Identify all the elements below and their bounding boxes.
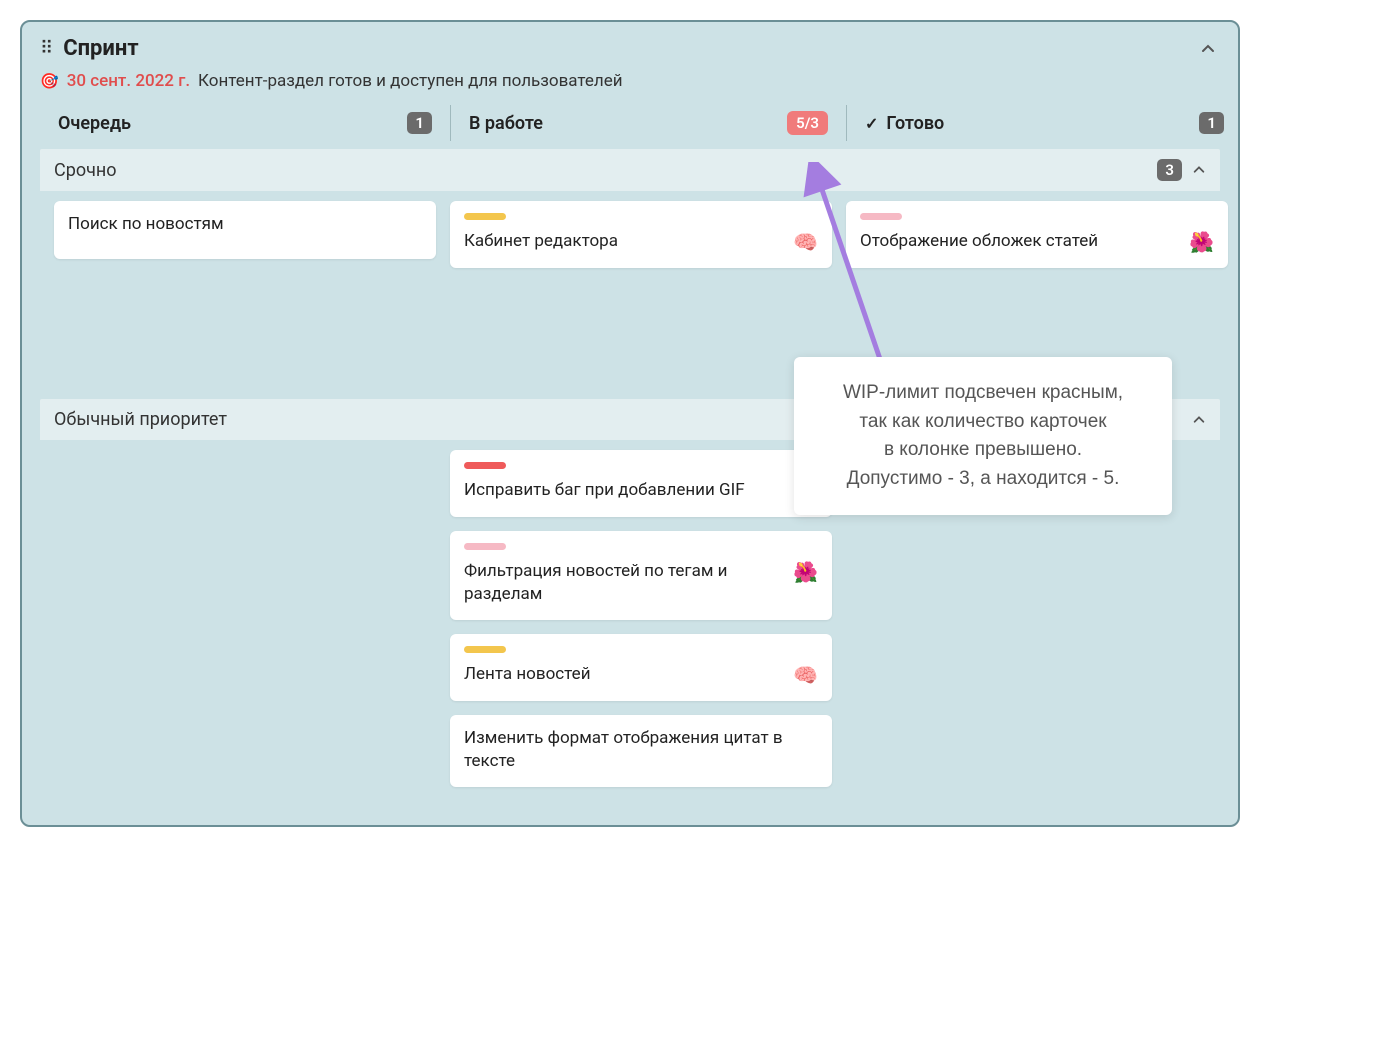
column-count-badge: 1 <box>1199 112 1224 134</box>
task-card[interactable]: Изменить формат отображения цитат в текс… <box>450 715 832 787</box>
column-header-queue[interactable]: Очередь 1 <box>54 105 436 141</box>
card-text: Исправить баг при добавлении GIF <box>464 479 793 502</box>
card-emoji-icon: 🌺 <box>1189 230 1214 254</box>
card-tag <box>464 543 506 550</box>
callout-line: Допустимо - 3, а находится - 5. <box>818 465 1148 494</box>
callout-line: так как количество карточек <box>818 408 1148 437</box>
card-text: Отображение обложек статей <box>860 230 1189 253</box>
drag-handle-icon[interactable]: ⠿ <box>40 38 53 59</box>
chevron-up-icon <box>1192 413 1206 427</box>
column-cell: Кабинет редактора🧠 <box>450 201 832 381</box>
task-card[interactable]: Фильтрация новостей по тегам и разделам🌺 <box>450 531 832 620</box>
card-emoji-icon: 🌺 <box>793 560 818 584</box>
column-title: Очередь <box>58 113 131 134</box>
callout-line: в колонке превышено. <box>818 436 1148 465</box>
card-text: Лента новостей <box>464 663 793 686</box>
swimlane-title: Обычный приоритет <box>54 409 227 430</box>
goal-text: Контент-раздел готов и доступен для поль… <box>198 71 623 91</box>
task-card[interactable]: Кабинет редактора🧠 <box>450 201 832 268</box>
card-text: Поиск по новостям <box>68 213 422 236</box>
card-tag <box>464 462 506 469</box>
target-icon: 🎯 <box>40 72 59 90</box>
task-card[interactable]: Лента новостей🧠 <box>450 634 832 701</box>
card-text: Фильтрация новостей по тегам и разделам <box>464 560 793 606</box>
column-cell <box>54 450 436 787</box>
swimlane-count-badge: 3 <box>1157 159 1182 181</box>
task-card[interactable]: Отображение обложек статей🌺 <box>846 201 1228 268</box>
task-card[interactable]: Исправить баг при добавлении GIF💣 <box>450 450 832 517</box>
annotation-callout: WIP-лимит подсвечен красным, так как кол… <box>794 357 1172 515</box>
column-title: В работе <box>469 113 543 134</box>
check-icon: ✓ <box>865 114 878 133</box>
callout-line: WIP-лимит подсвечен красным, <box>818 379 1148 408</box>
card-emoji-icon: 🧠 <box>793 663 818 687</box>
column-cell: Отображение обложек статей🌺 <box>846 201 1228 381</box>
wip-limit-badge: 5/3 <box>787 111 828 135</box>
columns-header: Очередь 1 В работе 5/3 ✓ Готово 1 <box>22 105 1238 149</box>
goal-date: 30 сент. 2022 г. <box>67 71 190 91</box>
board-header: ⠿ Спринт <box>22 22 1238 67</box>
swimlane-title: Срочно <box>54 160 117 181</box>
chevron-up-icon <box>1200 41 1216 57</box>
card-tag <box>464 213 506 220</box>
card-tag <box>464 646 506 653</box>
collapse-board-button[interactable] <box>1196 37 1220 61</box>
card-text: Кабинет редактора <box>464 230 793 253</box>
column-header-inprogress[interactable]: В работе 5/3 <box>450 105 832 141</box>
goal-row: 🎯 30 сент. 2022 г. Контент-раздел готов … <box>22 67 1238 105</box>
column-cell: Поиск по новостям <box>54 201 436 381</box>
task-card[interactable]: Поиск по новостям <box>54 201 436 259</box>
card-tag <box>860 213 902 220</box>
card-text: Изменить формат отображения цитат в текс… <box>464 727 818 773</box>
swimlane-header[interactable]: Срочно 3 <box>40 149 1220 191</box>
board-title: Спринт <box>63 36 1196 61</box>
sprint-board: ⠿ Спринт 🎯 30 сент. 2022 г. Контент-разд… <box>20 20 1240 827</box>
column-count-badge: 1 <box>407 112 432 134</box>
chevron-up-icon <box>1192 163 1206 177</box>
card-emoji-icon: 🧠 <box>793 230 818 254</box>
column-title: Готово <box>886 113 944 134</box>
column-cell: Исправить баг при добавлении GIF💣 Фильтра… <box>450 450 832 787</box>
column-header-done[interactable]: ✓ Готово 1 <box>846 105 1228 141</box>
